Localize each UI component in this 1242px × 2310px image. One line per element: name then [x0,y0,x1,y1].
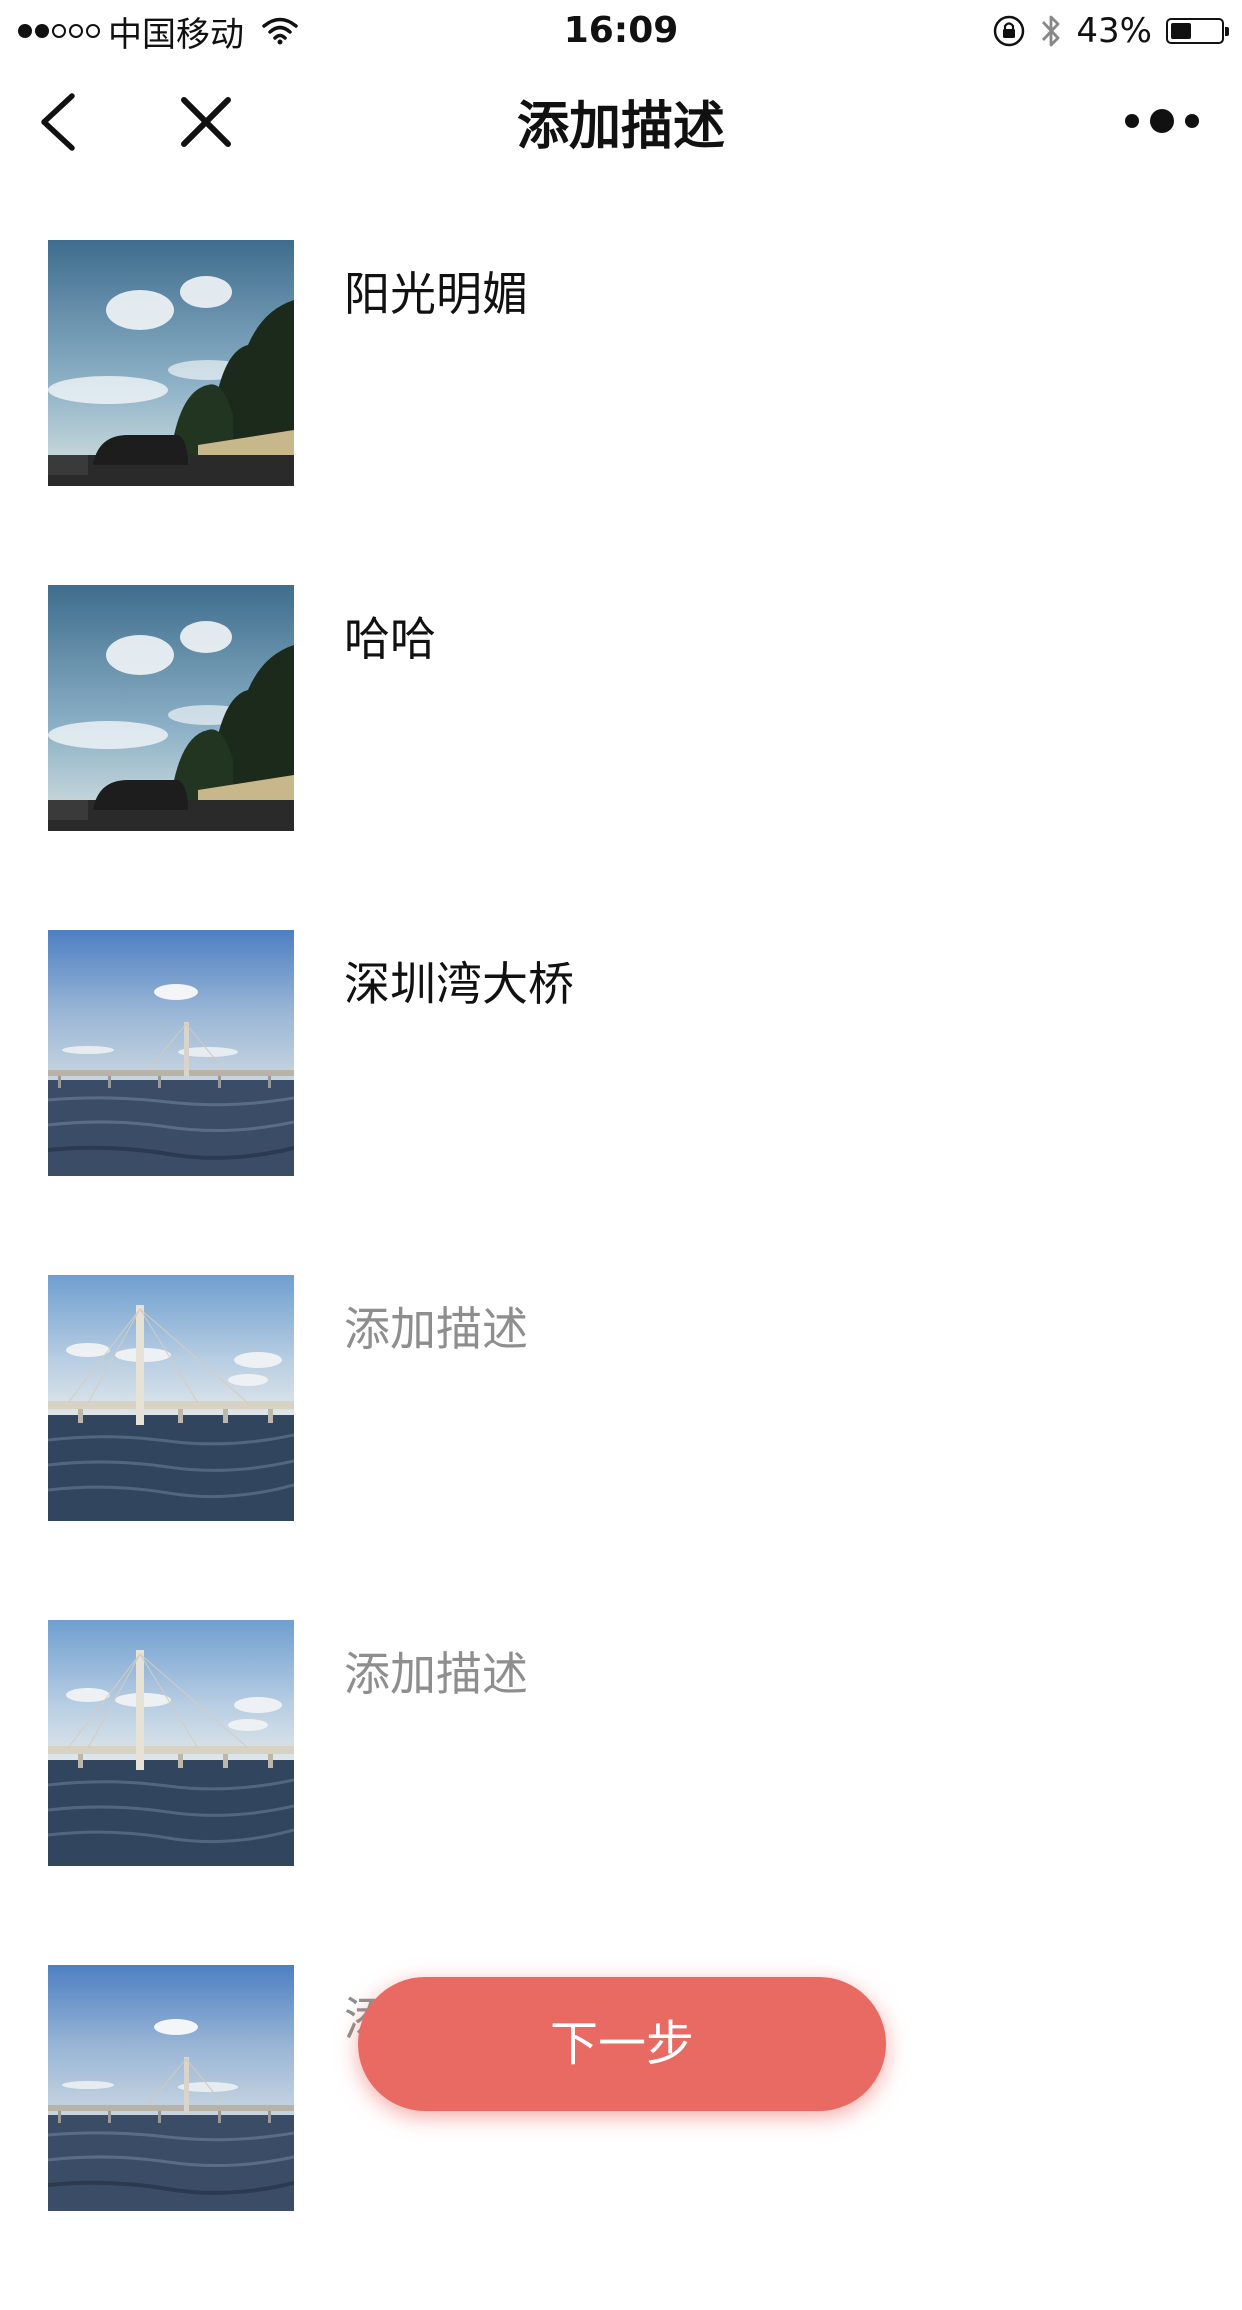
description-placeholder[interactable]: 添加描述 [344,1299,528,1359]
photo-thumbnail[interactable] [48,1275,294,1521]
photo-list-item[interactable]: 添加描述 [0,1620,1242,1965]
page-title: 添加描述 [516,97,725,157]
more-dots-icon[interactable] [1122,106,1202,136]
orientation-lock-icon [994,15,1025,47]
navigation-bar: 添加描述 [0,62,1242,192]
bluetooth-icon [1042,15,1060,47]
photo-thumbnail[interactable] [48,585,294,831]
next-step-button[interactable]: 下一步 [358,1977,886,2111]
photo-list-item[interactable]: 阳光明媚 [0,240,1242,585]
battery-fill [1171,23,1191,39]
battery-percentage: 43% [1076,11,1152,51]
photo-thumbnail-image [48,1620,294,1866]
battery-icon [1166,18,1229,44]
photo-thumbnail-image [48,1965,294,2211]
status-bar: 中国移动 16:09 43% [0,0,1242,62]
photo-thumbnail-image [48,585,294,831]
photo-thumbnail-image [48,240,294,486]
status-right: 43% [992,6,1229,56]
description-placeholder[interactable]: 添加描述 [344,1644,528,1704]
photo-thumbnail[interactable] [48,930,294,1176]
photo-list-item[interactable]: 深圳湾大桥 [0,930,1242,1275]
photo-list-item[interactable]: 哈哈 [0,585,1242,930]
photo-description[interactable]: 深圳湾大桥 [344,954,574,1014]
photo-thumbnail[interactable] [48,1965,294,2211]
photo-thumbnail[interactable] [48,1620,294,1866]
photo-description[interactable]: 哈哈 [344,609,436,669]
photo-thumbnail-image [48,930,294,1176]
photo-description[interactable]: 阳光明媚 [344,264,528,324]
photo-thumbnail[interactable] [48,240,294,486]
photo-thumbnail-image [48,1275,294,1521]
photo-list-item[interactable]: 添加描述 [0,1275,1242,1620]
